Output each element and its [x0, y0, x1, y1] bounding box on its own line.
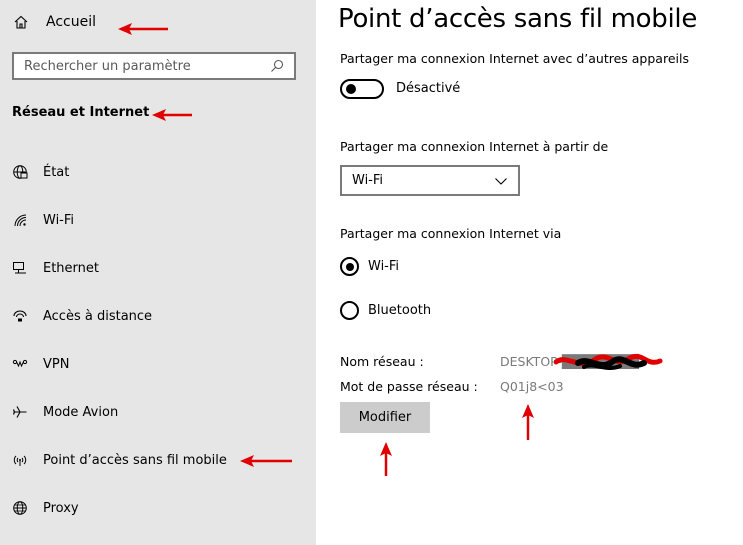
- sidebar-item-status[interactable]: État: [0, 148, 316, 196]
- sidebar-item-label: Point d’accès sans fil mobile: [43, 452, 227, 468]
- search-input[interactable]: [24, 58, 264, 74]
- sidebar-item-label: Wi-Fi: [43, 212, 75, 228]
- radio-wifi[interactable]: Wi-Fi: [340, 257, 399, 276]
- radio-bluetooth-label: Bluetooth: [368, 303, 432, 318]
- share-from-value: Wi-Fi: [352, 173, 384, 188]
- sidebar-item-label: État: [43, 164, 70, 180]
- annotation-arrow-password: [522, 404, 534, 440]
- annotation-arrow-section: [152, 109, 192, 121]
- sidebar-item-proxy[interactable]: Proxy: [0, 484, 316, 532]
- annotation-arrow-modify: [380, 442, 392, 476]
- sidebar-item-vpn[interactable]: VPN: [0, 340, 316, 388]
- radio-bluetooth[interactable]: Bluetooth: [340, 301, 431, 320]
- home-nav-item[interactable]: Accueil: [12, 10, 96, 34]
- network-name-label: Nom réseau :: [340, 354, 424, 369]
- share-connection-label: Partager ma connexion Internet avec d’au…: [340, 51, 689, 66]
- redaction-scribble: [554, 353, 663, 370]
- dial-up-icon: [11, 307, 29, 325]
- network-password-label: Mot de passe réseau :: [340, 379, 478, 394]
- sidebar-item-label: Accès à distance: [43, 308, 153, 324]
- sidebar-item-airplane-mode[interactable]: Mode Avion: [0, 388, 316, 436]
- airplane-icon: [11, 403, 29, 421]
- share-from-dropdown[interactable]: Wi-Fi: [340, 165, 520, 196]
- radio-wifi-indicator[interactable]: [340, 257, 359, 276]
- toggle-state-label: Désactivé: [396, 81, 461, 96]
- toggle-knob: [346, 84, 356, 94]
- vpn-icon: [11, 355, 29, 373]
- ethernet-icon: [11, 259, 29, 277]
- network-password-value: Q01j8<03: [500, 379, 564, 394]
- annotation-arrow-hotspot: [240, 455, 292, 467]
- home-label: Accueil: [46, 14, 96, 30]
- sidebar-item-wifi[interactable]: Wi-Fi: [0, 196, 316, 244]
- globe-icon: [11, 499, 29, 517]
- sidebar-item-label: Proxy: [43, 500, 79, 516]
- radio-wifi-label: Wi-Fi: [368, 259, 400, 274]
- annotation-arrow-home: [118, 23, 168, 35]
- radio-bluetooth-indicator[interactable]: [340, 301, 359, 320]
- chevron-down-icon: [492, 172, 510, 190]
- wifi-icon: [11, 211, 29, 229]
- modify-button[interactable]: Modifier: [340, 402, 430, 433]
- globe-status-icon: [11, 163, 29, 181]
- sidebar-item-label: Mode Avion: [43, 404, 119, 420]
- sidebar-item-ethernet[interactable]: Ethernet: [0, 244, 316, 292]
- home-icon: [12, 13, 30, 31]
- share-via-label: Partager ma connexion Internet via: [340, 226, 562, 241]
- sidebar-item-label: VPN: [43, 356, 70, 372]
- sidebar-item-label: Ethernet: [43, 260, 99, 276]
- hotspot-toggle[interactable]: [340, 79, 384, 99]
- section-title: Réseau et Internet: [12, 105, 150, 120]
- page-title: Point d’accès sans fil mobile: [338, 4, 698, 34]
- sidebar-item-dial-up[interactable]: Accès à distance: [0, 292, 316, 340]
- hotspot-icon: [11, 451, 29, 469]
- share-from-label: Partager ma connexion Internet à partir …: [340, 139, 609, 154]
- search-icon[interactable]: [268, 57, 286, 75]
- settings-search-box[interactable]: [12, 52, 296, 80]
